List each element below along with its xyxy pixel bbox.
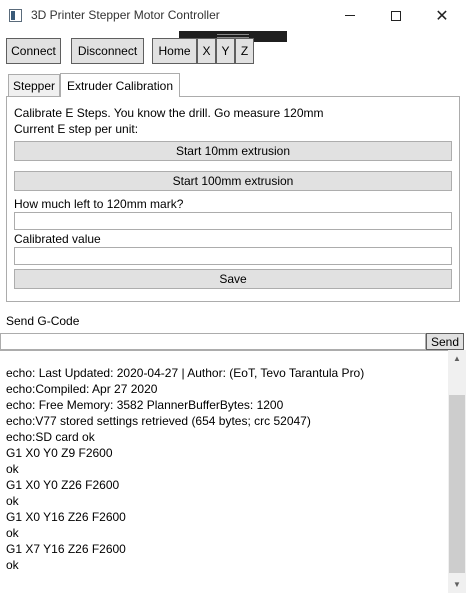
home-button[interactable]: Home [152, 38, 197, 64]
log-line: G1 X0 Y0 Z9 F2600 [6, 446, 113, 460]
log-line: ok [6, 526, 19, 540]
gcode-input[interactable] [0, 333, 426, 350]
tab-stepper[interactable]: Stepper [8, 74, 60, 97]
start-10mm-extrusion-button[interactable]: Start 10mm extrusion [14, 141, 452, 161]
log-line: ok [6, 558, 19, 572]
scroll-down-arrow-icon[interactable]: ▼ [448, 576, 466, 593]
calibration-intro-text: Calibrate E Steps. You know the drill. G… [14, 106, 324, 120]
save-button[interactable]: Save [14, 269, 452, 289]
window-title: 3D Printer Stepper Motor Controller [31, 8, 220, 22]
x-axis-button[interactable]: X [197, 38, 216, 64]
remaining-distance-input[interactable] [14, 212, 452, 230]
app-icon [9, 9, 22, 22]
disconnect-button[interactable]: Disconnect [71, 38, 144, 64]
maximize-icon [391, 10, 401, 21]
log-line: echo:V77 stored settings retrieved (654 … [6, 414, 311, 428]
calibrated-value-label: Calibrated value [14, 232, 101, 246]
log-line: ok [6, 494, 19, 508]
console-log: echo: Last Updated: 2020-04-27 | Author:… [0, 350, 466, 593]
minimize-icon [345, 15, 355, 16]
tab-extruder-calibration[interactable]: Extruder Calibration [60, 73, 180, 97]
close-button[interactable]: ✕ [419, 0, 465, 31]
log-line: G1 X0 Y0 Z26 F2600 [6, 478, 120, 492]
log-line: echo: Free Memory: 3582 PlannerBufferByt… [6, 398, 284, 412]
current-esteps-label: Current E step per unit: [14, 122, 139, 136]
minimize-button[interactable] [327, 0, 373, 31]
remaining-distance-label: How much left to 120mm mark? [14, 197, 184, 211]
log-line: G1 X7 Y16 Z26 F2600 [6, 542, 126, 556]
scroll-up-arrow-icon[interactable]: ▲ [448, 350, 466, 367]
send-gcode-label: Send G-Code [6, 314, 80, 328]
connect-button[interactable]: Connect [6, 38, 61, 64]
close-icon: ✕ [435, 7, 449, 25]
send-button[interactable]: Send [426, 333, 464, 350]
start-100mm-extrusion-button[interactable]: Start 100mm extrusion [14, 171, 452, 191]
calibrated-value-input[interactable] [14, 247, 452, 265]
y-axis-button[interactable]: Y [216, 38, 235, 64]
z-axis-button[interactable]: Z [235, 38, 254, 64]
log-line: echo: Last Updated: 2020-04-27 | Author:… [6, 366, 365, 380]
title-bar: 3D Printer Stepper Motor Controller ✕ [0, 0, 466, 31]
log-scrollbar[interactable]: ▲ ▼ [448, 350, 466, 593]
log-line: echo:SD card ok [6, 430, 95, 444]
log-line: echo:Compiled: Apr 27 2020 [6, 382, 158, 396]
maximize-button[interactable] [373, 0, 419, 31]
log-line: G1 X0 Y16 Z26 F2600 [6, 510, 126, 524]
log-line: ok [6, 462, 19, 476]
scrollbar-thumb[interactable] [449, 395, 465, 573]
